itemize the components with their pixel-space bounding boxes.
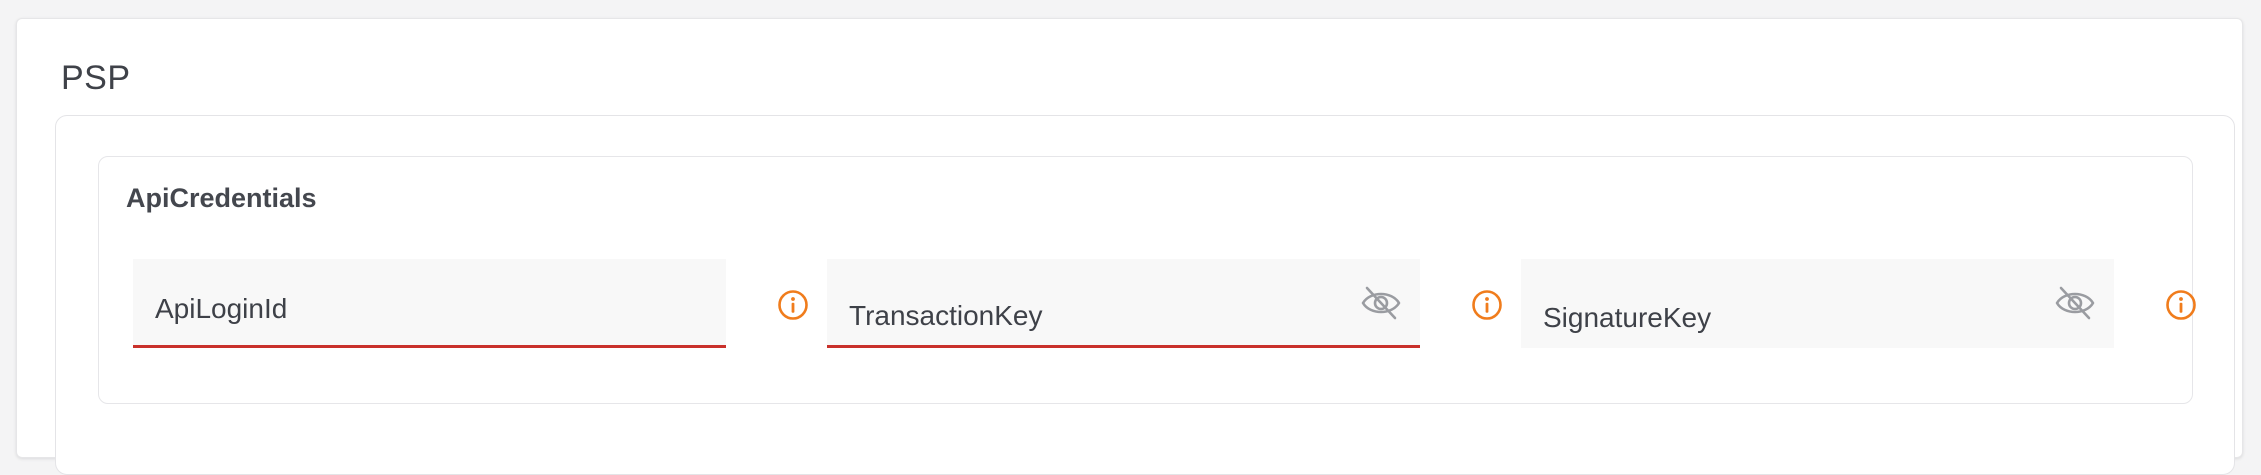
info-icon[interactable]	[2165, 289, 2197, 321]
signature-key-field[interactable]	[1521, 259, 2114, 348]
api-login-id-field[interactable]	[133, 259, 726, 348]
section-title: PSP	[61, 59, 131, 97]
info-icon[interactable]	[1471, 289, 1503, 321]
group-title: ApiCredentials	[126, 183, 317, 213]
eye-off-icon[interactable]	[2054, 285, 2096, 321]
section-panel: ApiCredentials	[55, 115, 2235, 475]
api-credentials-group: ApiCredentials	[98, 156, 2196, 404]
api-login-id-input[interactable]	[133, 259, 726, 345]
signature-key-input[interactable]	[1521, 259, 2114, 348]
transaction-key-input[interactable]	[827, 259, 1420, 345]
eye-off-icon[interactable]	[1360, 285, 1402, 321]
psp-card: PSP ApiCredentials	[16, 18, 2243, 475]
transaction-key-field[interactable]	[827, 259, 1420, 348]
info-icon[interactable]	[777, 289, 809, 321]
